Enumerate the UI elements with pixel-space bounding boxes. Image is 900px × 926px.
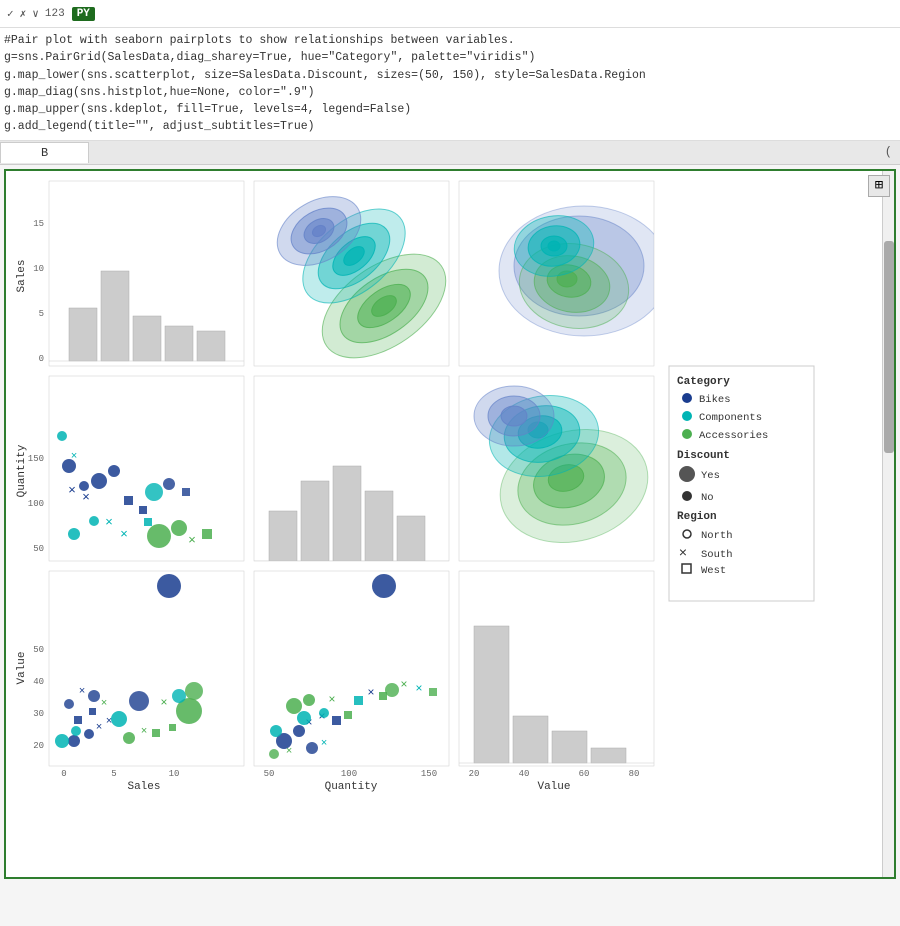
svg-text:0: 0 [39, 354, 44, 364]
cell-0-2 [459, 181, 669, 366]
svg-text:No: No [701, 492, 714, 504]
cell-1-2 [459, 376, 661, 561]
svg-text:×: × [188, 533, 196, 548]
svg-text:50: 50 [33, 645, 44, 655]
svg-text:Bikes: Bikes [699, 394, 731, 406]
svg-text:West: West [701, 565, 726, 577]
svg-text:Value: Value [537, 781, 570, 793]
svg-text:Value: Value [16, 651, 28, 684]
pair-plot-svg: 0 5 10 15 Sales [14, 176, 874, 866]
code-line-1: #Pair plot with seaborn pairplots to sho… [4, 32, 892, 49]
svg-text:50: 50 [264, 769, 275, 779]
code-line-2: g=sns.PairGrid(SalesData,diag_sharey=Tru… [4, 49, 892, 66]
svg-text:×: × [96, 722, 103, 734]
svg-text:0: 0 [61, 769, 66, 779]
svg-text:100: 100 [28, 499, 44, 509]
cell-0-1 [254, 181, 464, 379]
code-line-5: g.map_upper(sns.kdeplot, fill=True, leve… [4, 101, 892, 118]
svg-text:Region: Region [677, 511, 717, 523]
chevron-icon[interactable]: ∨ [29, 5, 42, 23]
svg-text:10: 10 [33, 264, 44, 274]
cell-number: 123 [42, 6, 68, 22]
svg-text:20: 20 [33, 741, 44, 751]
svg-text:Yes: Yes [701, 470, 720, 482]
svg-text:North: North [701, 530, 733, 542]
save-icon[interactable]: ⊞ [868, 175, 890, 197]
svg-text:×: × [120, 527, 128, 542]
svg-text:10: 10 [169, 769, 180, 779]
cell-2-0: 20 30 40 50 Value 0 5 10 Sales × [16, 571, 244, 793]
x-icon[interactable]: ✗ [17, 5, 30, 23]
tab-b[interactable]: B [0, 142, 89, 163]
svg-text:×: × [400, 678, 407, 692]
svg-text:×: × [321, 738, 328, 750]
tab-bar: B ( [0, 141, 900, 165]
svg-text:5: 5 [111, 769, 116, 779]
svg-text:40: 40 [33, 677, 44, 687]
scrollbar-thumb[interactable] [884, 241, 894, 453]
svg-text:Components: Components [699, 412, 762, 424]
svg-text:×: × [367, 686, 374, 700]
svg-text:Discount: Discount [677, 450, 730, 462]
notebook-container: ✓ ✗ ∨ 123 PY #Pair plot with seaborn pai… [0, 0, 900, 926]
cell-1-0: 50 100 150 Quantity × × [16, 376, 244, 561]
svg-text:150: 150 [421, 769, 437, 779]
svg-text:5: 5 [39, 309, 44, 319]
svg-text:Sales: Sales [16, 259, 28, 292]
cell-toolbar: ✓ ✗ ∨ 123 PY [0, 0, 900, 28]
code-line-4: g.map_diag(sns.histplot,hue=None, color=… [4, 84, 892, 101]
svg-text:×: × [141, 726, 148, 738]
svg-text:×: × [160, 696, 167, 710]
svg-text:150: 150 [28, 454, 44, 464]
svg-text:×: × [286, 746, 293, 758]
svg-text:×: × [101, 698, 108, 710]
svg-text:Quantity: Quantity [325, 781, 378, 793]
svg-text:South: South [701, 549, 733, 561]
tab-expand-icon[interactable]: ( [885, 145, 892, 159]
svg-text:×: × [71, 451, 78, 463]
cell-1-1 [254, 376, 449, 561]
svg-text:20: 20 [469, 769, 480, 779]
svg-text:×: × [679, 546, 687, 562]
code-line-6: g.add_legend(title="", adjust_subtitles=… [4, 118, 892, 135]
svg-text:Sales: Sales [127, 781, 160, 793]
svg-text:15: 15 [33, 219, 44, 229]
svg-text:Category: Category [677, 376, 730, 388]
svg-text:100: 100 [341, 769, 357, 779]
svg-text:40: 40 [519, 769, 530, 779]
code-line-3: g.map_lower(sns.scatterplot, size=SalesD… [4, 67, 892, 84]
svg-text:50: 50 [33, 544, 44, 554]
svg-text:×: × [82, 490, 90, 505]
svg-text:×: × [79, 686, 86, 698]
check-icon[interactable]: ✓ [4, 5, 17, 23]
cell-0-0: 0 5 10 15 Sales [16, 181, 244, 366]
cell-2-2: 20 40 60 80 Value [459, 571, 654, 793]
svg-text:80: 80 [629, 769, 640, 779]
svg-text:×: × [105, 515, 113, 530]
svg-text:×: × [415, 682, 422, 696]
svg-text:×: × [68, 483, 76, 498]
output-area: ⊞ 0 5 10 [4, 169, 896, 879]
legend: Category Bikes Components Accessories Di… [669, 366, 814, 601]
cell-2-1: 50 100 150 Quantity × × [254, 571, 449, 793]
svg-text:30: 30 [33, 709, 44, 719]
code-cell[interactable]: #Pair plot with seaborn pairplots to sho… [0, 28, 900, 141]
scrollbar[interactable] [882, 171, 894, 877]
svg-text:Accessories: Accessories [699, 430, 768, 442]
svg-text:×: × [328, 693, 335, 707]
svg-text:Quantity: Quantity [16, 444, 28, 497]
svg-text:60: 60 [579, 769, 590, 779]
py-badge: PY [72, 7, 95, 21]
